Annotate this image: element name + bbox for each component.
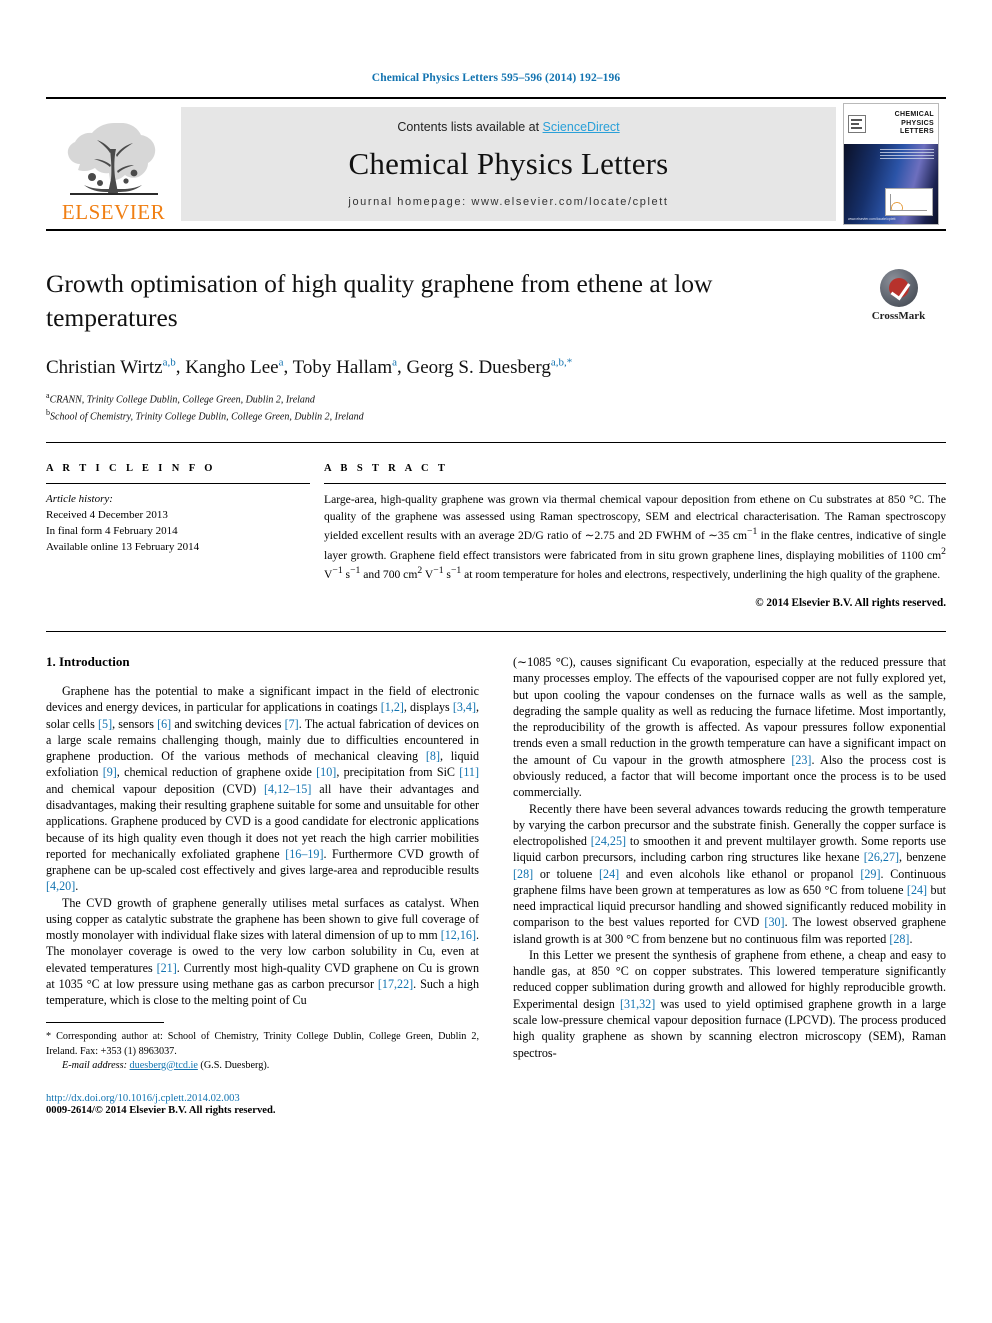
author-1-affil-mark: a,b: [162, 356, 176, 369]
affiliation-a: aCRANN, Trinity College Dublin, College …: [46, 390, 946, 407]
crossmark-icon: [879, 269, 918, 307]
corresponding-author-note: * Corresponding author at: School of Che…: [46, 1030, 479, 1058]
article-final-form: In final form 4 February 2014: [46, 525, 178, 538]
journal-title: Chemical Physics Letters: [348, 146, 669, 181]
article-info-rule: [46, 483, 310, 485]
cover-inset-plot: [885, 188, 933, 216]
paragraph: Recently there have been several advance…: [513, 801, 947, 946]
paragraph: Graphene has the potential to make a sig…: [46, 684, 480, 894]
crossmark-label: CrossMark: [871, 310, 926, 322]
author-1: Christian Wirtza,b: [46, 356, 176, 378]
abstract-column: A B S T R A C T Large-area, high-quality…: [324, 463, 946, 609]
doi-link[interactable]: http://dx.doi.org/10.1016/j.cplett.2014.…: [46, 1093, 479, 1104]
page-title: Growth optimisation of high quality grap…: [46, 269, 713, 332]
affiliation-b: bSchool of Chemistry, Trinity College Du…: [46, 407, 946, 424]
crossmark-badge[interactable]: CrossMark: [851, 269, 946, 322]
author-4-affil-mark: a,b,*: [550, 356, 573, 369]
abstract-text: Large-area, high-quality graphene was gr…: [324, 493, 946, 581]
corresponding-marker: *: [46, 1031, 52, 1043]
footnote-rule: [46, 1022, 164, 1024]
paragraph: (∼1085 °C), causes significant Cu evapor…: [513, 655, 946, 800]
journal-banner: ELSEVIER Contents lists available at Sci…: [46, 97, 946, 231]
affiliation-b-text: School of Chemistry, Trinity College Dub…: [50, 411, 364, 423]
body-column-left: 1. Introduction Graphene has the potenti…: [46, 654, 479, 1116]
affiliation-a-text: CRANN, Trinity College Dublin, College G…: [49, 393, 315, 405]
email-note: E-mail address: duesberg@tcd.ie (G.S. Du…: [46, 1059, 479, 1073]
divider-above-body: [46, 631, 946, 633]
article-info-column: A R T I C L E I N F O Article history: R…: [46, 463, 324, 609]
abstract-rule: [324, 483, 946, 485]
paper-page: Chemical Physics Letters 595–596 (2014) …: [0, 0, 992, 1323]
journal-cover-thumbnail: CHEMICAL PHYSICS LETTERS www.elsevier.co…: [836, 99, 946, 229]
contents-prefix: Contents lists available at: [397, 120, 543, 134]
elsevier-wordmark: ELSEVIER: [61, 200, 166, 224]
abstract-heading: A B S T R A C T: [324, 463, 449, 475]
paragraph: The CVD growth of graphene generally uti…: [46, 895, 479, 1008]
section-heading-introduction: 1. Introduction: [46, 654, 130, 670]
cover-artwork: www.elsevier.com/locate/cplett: [844, 144, 938, 224]
issn-copyright-line: 0009-2614/© 2014 Elsevier B.V. All right…: [46, 1104, 276, 1116]
contents-available-line: Contents lists available at ScienceDirec…: [397, 120, 619, 134]
cover-journal-title: CHEMICAL PHYSICS LETTERS: [894, 110, 934, 136]
elsevier-tree-icon: [67, 123, 158, 195]
body-columns: 1. Introduction Graphene has the potenti…: [46, 654, 946, 1116]
author-list: Christian Wirtza,b, Kangho Leea, Toby Ha…: [46, 356, 946, 378]
sciencedirect-link[interactable]: ScienceDirect: [543, 120, 620, 134]
author-3: Toby Hallama: [292, 356, 397, 378]
info-abstract-region: A R T I C L E I N F O Article history: R…: [46, 463, 946, 609]
author-sep-1: ,: [175, 356, 186, 378]
abstract-copyright: © 2014 Elsevier B.V. All rights reserved…: [755, 597, 946, 610]
email-label: E-mail address:: [62, 1059, 127, 1071]
elsevier-mark-icon: [848, 115, 866, 133]
cover-footer-url: www.elsevier.com/locate/cplett: [848, 217, 896, 221]
email-link[interactable]: duesberg@tcd.ie: [130, 1060, 198, 1071]
cover-caption-lines: [880, 149, 934, 160]
footnote-region: * Corresponding author at: School of Che…: [46, 1022, 479, 1116]
author-4: Georg S. Duesberga,b,*: [406, 356, 573, 378]
author-sep-2: ,: [283, 356, 293, 378]
email-owner: (G.S. Duesberg).: [200, 1059, 270, 1071]
article-available-online: Available online 13 February 2014: [46, 541, 200, 554]
body-column-right: (∼1085 °C), causes significant Cu evapor…: [513, 654, 946, 1116]
article-history-label: Article history:: [46, 493, 113, 506]
running-head: Chemical Physics Letters 595–596 (2014) …: [371, 72, 621, 84]
elsevier-logo: ELSEVIER: [46, 99, 181, 229]
article-received: Received 4 December 2013: [46, 509, 168, 522]
author-sep-3: ,: [397, 356, 407, 378]
title-block: CrossMark Growth optimisation of high qu…: [46, 231, 946, 424]
paragraph: In this Letter we present the synthesis …: [513, 947, 946, 1060]
journal-homepage[interactable]: journal homepage: www.elsevier.com/locat…: [348, 196, 668, 208]
article-info-heading: A R T I C L E I N F O: [46, 463, 216, 475]
corresponding-text: Corresponding author at: School of Chemi…: [46, 1031, 479, 1057]
banner-center: Contents lists available at ScienceDirec…: [181, 107, 836, 221]
author-2: Kangho Leea: [185, 356, 284, 378]
divider-above-abstract: [46, 442, 946, 444]
affiliations: aCRANN, Trinity College Dublin, College …: [46, 390, 946, 425]
